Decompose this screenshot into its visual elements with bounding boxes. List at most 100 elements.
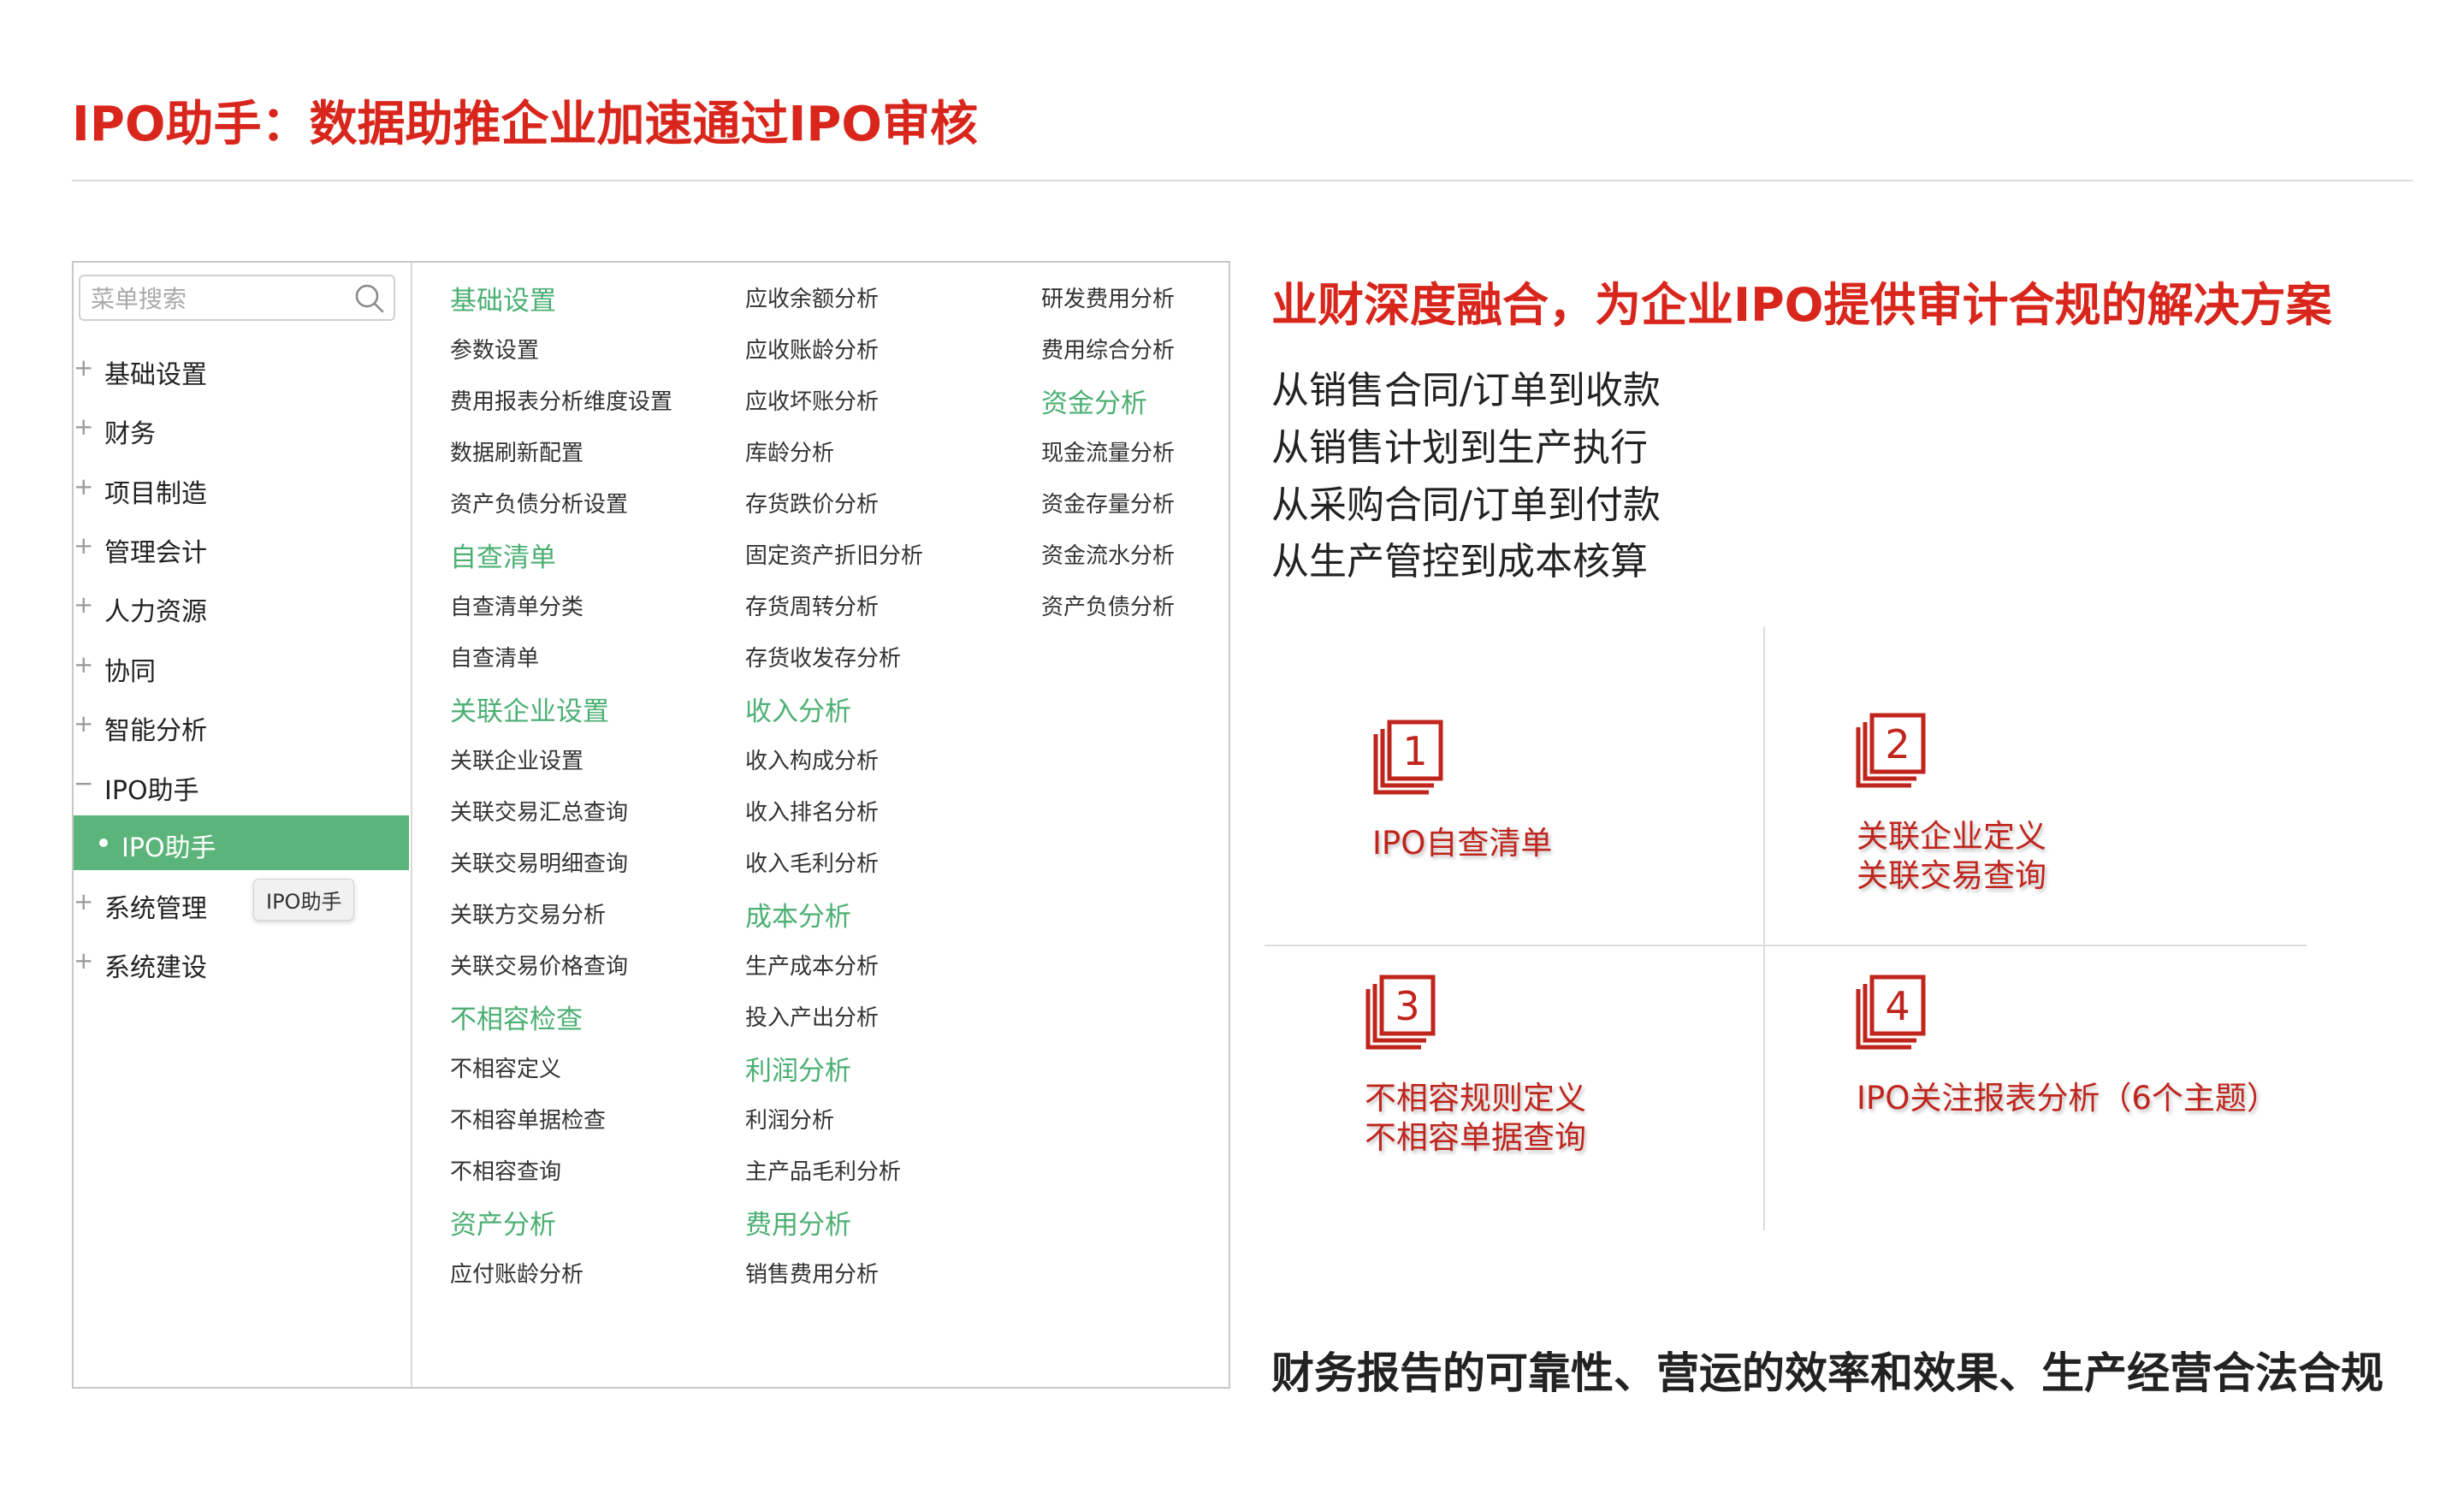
bullet-icon <box>99 838 108 847</box>
menu-group-heading[interactable]: 利润分析 <box>745 1049 851 1087</box>
menu-item[interactable]: 费用综合分析 <box>1041 333 1175 364</box>
expand-icon[interactable]: + <box>74 531 93 560</box>
menu-item[interactable]: 不相容查询 <box>450 1154 561 1186</box>
sidebar-item-label: 人力资源 <box>104 597 207 627</box>
flow-item: 从生产管控到成本核算 <box>1271 540 1648 584</box>
expand-icon[interactable]: + <box>74 887 93 915</box>
collapse-icon[interactable]: − <box>74 769 93 797</box>
menu-item[interactable]: 参数设置 <box>450 333 539 364</box>
menu-item[interactable]: 关联交易明细查询 <box>450 846 628 878</box>
menu-item[interactable]: 应收余额分析 <box>745 281 879 313</box>
sidebar-subitem-active[interactable]: IPO助手 <box>74 815 409 870</box>
sidebar-item[interactable]: + 项目制造 <box>74 465 409 514</box>
numbered-stack-icon: 1 <box>1373 720 1443 795</box>
expand-icon[interactable]: + <box>74 650 93 678</box>
sidebar-item[interactable]: + 人力资源 <box>74 583 409 632</box>
menu-item[interactable]: 数据刷新配置 <box>450 435 583 467</box>
menu-item[interactable]: 资金存量分析 <box>1041 487 1175 518</box>
menu-group-heading[interactable]: 资金分析 <box>1041 382 1147 420</box>
menu-item[interactable]: 存货跌价分析 <box>745 487 879 518</box>
menu-item[interactable]: 不相容单据检查 <box>450 1103 606 1135</box>
sidebar-item[interactable]: + 系统建设 <box>74 939 409 988</box>
menu-item[interactable]: 存货收发存分析 <box>745 641 901 672</box>
quadrant-text-line: IPO自查清单 <box>1372 825 1553 862</box>
sidebar-item[interactable]: + 智能分析 <box>74 702 409 751</box>
menu-group-heading[interactable]: 自查清单 <box>450 536 556 574</box>
menu-group-heading[interactable]: 关联企业设置 <box>450 690 609 728</box>
menu-item[interactable]: 关联交易价格查询 <box>450 949 628 981</box>
menu-item[interactable]: 生产成本分析 <box>745 949 879 981</box>
menu-panel: +基础设置+财务+项目制造+管理会计+人力资源+协同+智能分析−IPO助手+系统… <box>72 261 1230 1389</box>
menu-item[interactable]: 现金流量分析 <box>1041 435 1175 467</box>
menu-item[interactable]: 不相容定义 <box>450 1052 561 1083</box>
menu-item[interactable]: 投入产出分析 <box>745 1000 879 1032</box>
expand-icon[interactable]: + <box>74 590 93 619</box>
sidebar-item[interactable]: + 基础设置 <box>74 346 409 395</box>
sidebar-item[interactable]: + 协同 <box>74 643 409 692</box>
menu-item[interactable]: 销售费用分析 <box>745 1257 879 1289</box>
menu-item[interactable]: 资产负债分析 <box>1041 590 1175 621</box>
quadrant-text-line: 关联交易查询 <box>1857 857 2046 894</box>
menu-item[interactable]: 研发费用分析 <box>1041 281 1175 313</box>
quadrant-text-line: 不相容规则定义 <box>1365 1080 1586 1117</box>
sidebar-item-label: 协同 <box>104 657 156 687</box>
quadrant-number: 2 <box>1885 721 1910 767</box>
numbered-stack-icon: 3 <box>1365 975 1436 1050</box>
grid-divider-vertical <box>1763 627 1765 1230</box>
quadrant-text: 不相容规则定义 不相容单据查询 <box>1365 1079 1586 1158</box>
quadrant-number: 3 <box>1395 983 1419 1029</box>
flow-item: 从采购合同/订单到付款 <box>1271 483 1661 527</box>
menu-item[interactable]: 主产品毛利分析 <box>745 1154 901 1186</box>
quadrant-number: 1 <box>1402 728 1427 774</box>
sidebar-subitem-label: IPO助手 <box>121 833 216 863</box>
menu-item[interactable]: 收入毛利分析 <box>745 846 879 878</box>
menu-item[interactable]: 关联企业设置 <box>450 744 583 775</box>
sidebar-item-label: IPO助手 <box>104 776 199 806</box>
footer-statement: 财务报告的可靠性、营运的效率和效果、生产经营合法合规 <box>1271 1348 2384 1398</box>
sidebar-item-label: 系统建设 <box>104 953 207 983</box>
menu-item[interactable]: 利润分析 <box>745 1103 834 1135</box>
menu-group-heading[interactable]: 费用分析 <box>745 1203 851 1241</box>
flow-item: 从销售合同/订单到收款 <box>1271 369 1661 412</box>
tooltip: IPO助手 <box>253 879 355 921</box>
menu-item[interactable]: 库龄分析 <box>745 435 834 467</box>
sidebar-item-label: 项目制造 <box>104 479 207 509</box>
quadrant-text: IPO关注报表分析（6个主题） <box>1857 1079 2278 1118</box>
menu-item[interactable]: 自查清单分类 <box>450 590 583 621</box>
menu-group-heading[interactable]: 收入分析 <box>745 690 851 728</box>
menu-item[interactable]: 资产负债分析设置 <box>450 487 628 518</box>
menu-group-heading[interactable]: 成本分析 <box>745 895 851 933</box>
sidebar-item[interactable]: + 财务 <box>74 405 409 454</box>
menu-item[interactable]: 关联方交易分析 <box>450 898 606 929</box>
menu-group-heading[interactable]: 不相容检查 <box>450 998 583 1036</box>
expand-icon[interactable]: + <box>74 709 93 738</box>
search-box[interactable] <box>79 275 395 321</box>
menu-item[interactable]: 自查清单 <box>450 641 539 672</box>
menu-group-heading[interactable]: 资产分析 <box>450 1203 556 1241</box>
search-input[interactable] <box>89 280 349 317</box>
menu-item[interactable]: 收入排名分析 <box>745 795 879 827</box>
menu-item[interactable]: 应收账龄分析 <box>745 333 879 364</box>
expand-icon[interactable]: + <box>74 353 93 382</box>
expand-icon[interactable]: + <box>74 946 93 975</box>
sidebar-item[interactable]: + 系统管理 <box>74 880 409 929</box>
quadrant-number: 4 <box>1885 983 1910 1029</box>
menu-item[interactable]: 应付账龄分析 <box>450 1257 583 1289</box>
search-icon[interactable] <box>352 281 387 316</box>
menu-group-heading[interactable]: 基础设置 <box>450 279 556 317</box>
menu-item[interactable]: 存货周转分析 <box>745 590 879 621</box>
quadrant-text-line: 关联企业定义 <box>1857 818 2046 855</box>
expand-icon[interactable]: + <box>74 472 93 501</box>
menu-item[interactable]: 收入构成分析 <box>745 744 879 775</box>
solution-subtitle: 业财深度融合，为企业IPO提供审计合规的解决方案 <box>1271 278 2332 332</box>
numbered-stack-icon: 4 <box>1856 975 1926 1050</box>
menu-item[interactable]: 资金流水分析 <box>1041 538 1175 570</box>
sidebar-item[interactable]: + 管理会计 <box>74 524 409 573</box>
menu-item[interactable]: 费用报表分析维度设置 <box>450 384 672 416</box>
sidebar-item[interactable]: − IPO助手 <box>74 761 409 811</box>
expand-icon[interactable]: + <box>74 412 93 441</box>
quadrant-text: IPO自查清单 <box>1372 824 1552 863</box>
menu-item[interactable]: 应收坏账分析 <box>745 384 879 416</box>
menu-item[interactable]: 关联交易汇总查询 <box>450 795 628 827</box>
menu-item[interactable]: 固定资产折旧分析 <box>745 538 923 570</box>
